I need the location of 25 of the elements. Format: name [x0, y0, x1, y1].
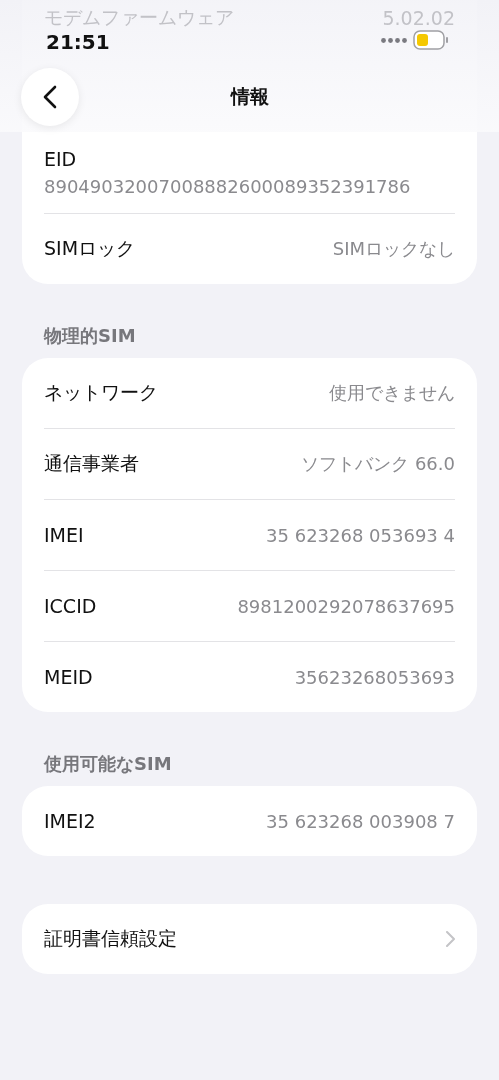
row-value: 35 623268 003908 7 [266, 810, 455, 832]
row-value: SIMロックなし [332, 237, 455, 261]
row-value: 8981200292078637695 [237, 595, 455, 617]
status-time: 21:51 [46, 30, 110, 56]
row-label: SIMロック [44, 236, 136, 261]
chevron-icon [446, 931, 455, 947]
page-title: 情報 [230, 84, 269, 109]
row-value: 35623268053693 [294, 666, 455, 688]
row-label: IMEI [44, 524, 84, 546]
section-header: 使用可能なSIM [42, 752, 173, 776]
signal-icon [381, 37, 407, 43]
row-value: ソフトバンク 66.0 [301, 452, 455, 476]
row-value: 使用できません [329, 381, 455, 405]
row-label: 通信事業者 [44, 451, 139, 476]
row-label: MEID [44, 666, 93, 688]
row-label: EID [44, 148, 78, 170]
back-icon [43, 85, 57, 109]
row-value: 89049032007008882600089352391786 [44, 176, 412, 197]
row-value: 35 623268 053693 4 [266, 524, 455, 546]
row-label: IMEI2 [44, 810, 96, 832]
battery-icon [413, 30, 449, 50]
certificate-trust-row[interactable]: 証明書信頼設定 [22, 904, 477, 974]
row-label: ICCID [44, 595, 97, 617]
section-header: 物理的SIM [42, 324, 137, 348]
row-label: ネットワーク [44, 380, 158, 405]
